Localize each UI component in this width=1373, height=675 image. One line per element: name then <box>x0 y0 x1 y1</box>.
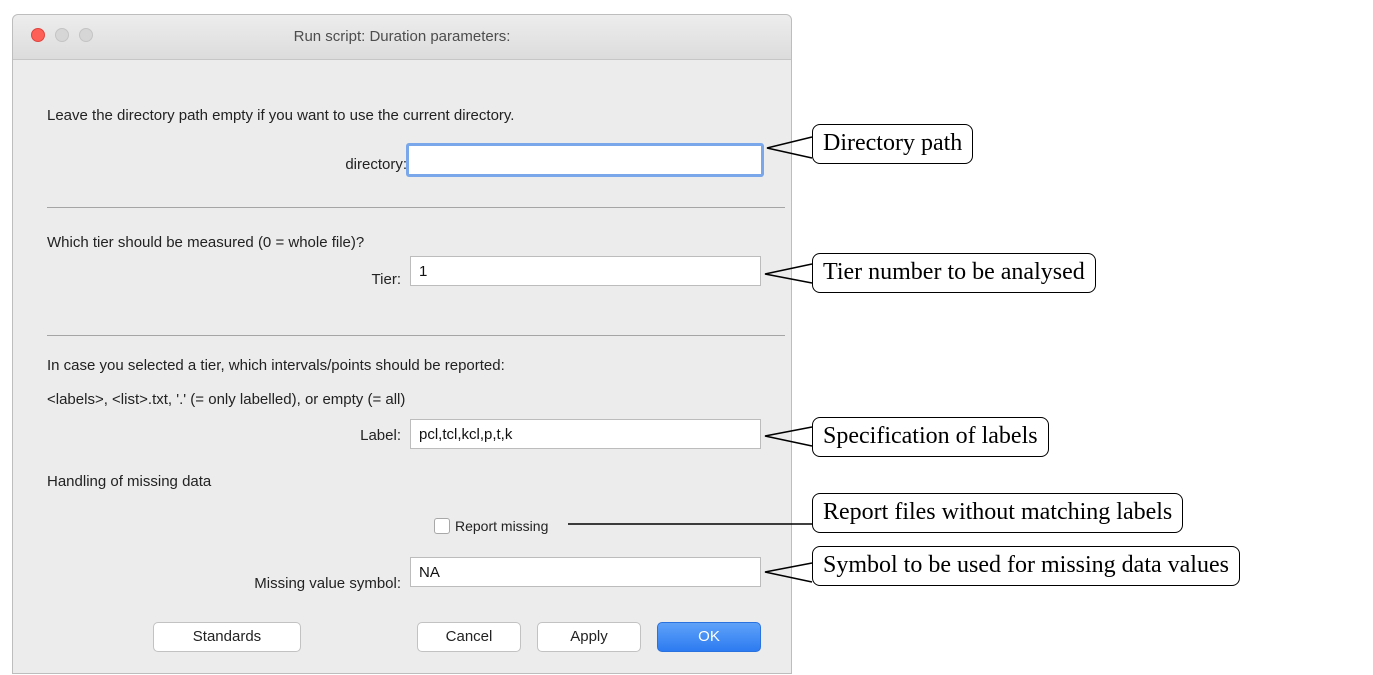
labels-callout: Specification of labels <box>812 417 1049 457</box>
missing-symbol-connector <box>764 562 813 583</box>
missing-symbol-callout: Symbol to be used for missing data value… <box>812 546 1240 586</box>
directory-connector <box>766 136 813 159</box>
tier-connector <box>764 263 813 284</box>
labels-connector <box>764 426 813 447</box>
tier-callout: Tier number to be analysed <box>812 253 1096 293</box>
directory-callout: Directory path <box>812 124 974 164</box>
report-missing-callout: Report files without matching labels <box>812 493 1184 533</box>
